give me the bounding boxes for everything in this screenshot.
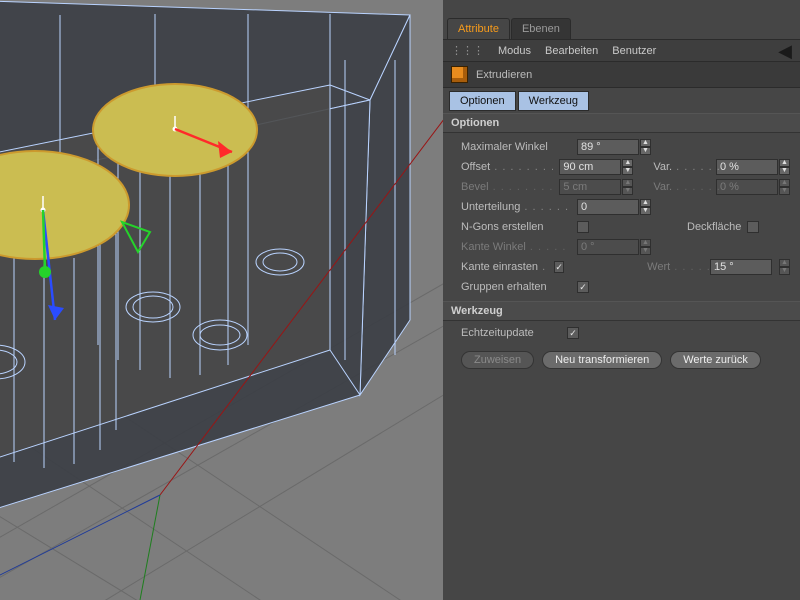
panel-tabs: Attribute Ebenen — [443, 0, 800, 40]
field-subdiv[interactable]: ▲▼ — [577, 199, 651, 215]
row-max-angle: Maximaler Winkel ▲▼ — [461, 137, 790, 157]
field-edge-angle: ▲▼ — [577, 239, 651, 255]
field-offset-var[interactable]: ▲▼ — [716, 159, 790, 175]
subtab-tool[interactable]: Werkzeug — [518, 91, 589, 111]
drag-handle-icon[interactable]: ⋮⋮⋮ — [451, 44, 484, 57]
checkbox-ngons[interactable] — [577, 221, 589, 233]
step-up-icon[interactable]: ▲ — [640, 139, 651, 147]
viewport-3d[interactable] — [0, 0, 443, 600]
field-bevel: ▲▼ — [559, 179, 633, 195]
field-edge-snap-wert: ▲▼ — [710, 259, 790, 275]
section-header-tool: Werkzeug — [443, 301, 800, 321]
checkbox-realtime[interactable]: ✓ — [567, 327, 579, 339]
checkbox-cap[interactable] — [747, 221, 759, 233]
extrude-icon — [451, 66, 468, 83]
row-edge-angle: Kante Winkel . . . . . . ▲▼ — [461, 237, 790, 257]
object-title-row: Extrudieren — [443, 62, 800, 88]
tab-layers[interactable]: Ebenen — [511, 18, 571, 39]
row-keep-groups: Gruppen erhalten ✓ — [461, 277, 790, 297]
section-header-options: Optionen — [443, 113, 800, 133]
row-bevel: Bevel . . . . . . . . . . ▲▼ Var. . . . … — [461, 177, 790, 197]
row-realtime: Echtzeitupdate ✓ — [461, 323, 790, 343]
attribute-panel: Attribute Ebenen ⋮⋮⋮ Modus Bearbeiten Be… — [443, 0, 800, 600]
tab-attribute[interactable]: Attribute — [447, 18, 510, 39]
menu-user[interactable]: Benutzer — [612, 45, 656, 57]
row-offset: Offset . . . . . . . . . . ▲▼ Var. . . .… — [461, 157, 790, 177]
box-geometry — [0, 0, 410, 520]
step-down-icon[interactable]: ▼ — [640, 147, 651, 155]
retransform-button[interactable]: Neu transformieren — [542, 351, 662, 369]
row-ngons: N-Gons erstellen Deckfläche — [461, 217, 790, 237]
panel-menubar: ⋮⋮⋮ Modus Bearbeiten Benutzer ◀ — [443, 40, 800, 62]
menu-mode[interactable]: Modus — [498, 45, 531, 57]
history-back-icon[interactable]: ◀ — [778, 45, 792, 57]
row-subdiv: Unterteilung . . . . . . ▲▼ — [461, 197, 790, 217]
subtab-options[interactable]: Optionen — [449, 91, 516, 111]
menu-edit[interactable]: Bearbeiten — [545, 45, 598, 57]
field-bevel-var: ▲▼ — [716, 179, 790, 195]
row-edge-snap: Kante einrasten . . . . ✓ Wert . . . . .… — [461, 257, 790, 277]
field-max-angle[interactable]: ▲▼ — [577, 139, 651, 155]
apply-button: Zuweisen — [461, 351, 534, 369]
subtab-row: Optionen Werkzeug — [443, 88, 800, 113]
reset-button[interactable]: Werte zurück — [670, 351, 761, 369]
field-offset[interactable]: ▲▼ — [559, 159, 633, 175]
tool-buttons: Zuweisen Neu transformieren Werte zurück — [443, 347, 800, 369]
object-name: Extrudieren — [476, 69, 532, 81]
checkbox-edge-snap[interactable]: ✓ — [554, 261, 564, 273]
checkbox-keep-groups[interactable]: ✓ — [577, 281, 589, 293]
